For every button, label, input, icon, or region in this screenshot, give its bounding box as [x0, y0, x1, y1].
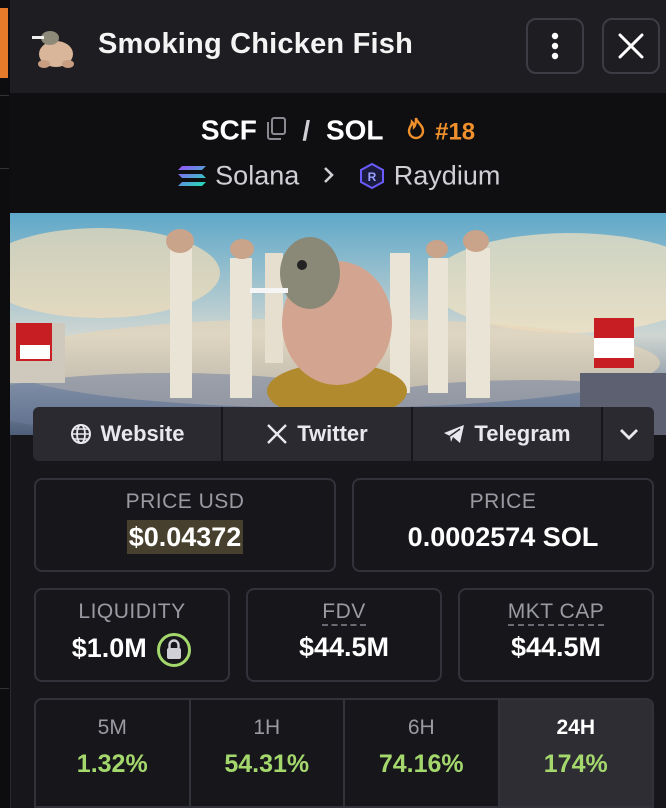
- telegram-link[interactable]: Telegram: [413, 407, 603, 461]
- x-logo-icon: [267, 424, 288, 444]
- liquidity-value: $1.0M: [71, 633, 147, 664]
- fdv-value: $44.5M: [298, 632, 390, 662]
- token-banner-image: [10, 213, 666, 435]
- close-button[interactable]: [602, 18, 660, 74]
- market-cap-label[interactable]: MKT CAP: [507, 600, 605, 626]
- price-usd-value: $0.04372: [126, 520, 244, 554]
- more-links-dropdown[interactable]: [603, 407, 654, 461]
- price-usd-label: PRICE USD: [125, 490, 245, 513]
- timeframe-label: 1H: [253, 716, 281, 739]
- close-icon: [618, 33, 644, 59]
- liquidity-label: LIQUIDITY: [78, 600, 186, 623]
- kebab-menu-icon: [551, 32, 559, 60]
- copy-icon: [266, 116, 286, 140]
- chain-link[interactable]: Solana: [176, 159, 307, 191]
- left-edge-divider: [0, 95, 9, 96]
- chicken-fish-avatar: [30, 20, 80, 74]
- price-native-label: PRICE: [469, 490, 537, 513]
- quote-symbol: SOL: [325, 114, 384, 146]
- market-cap-value: $44.5M: [510, 632, 602, 662]
- price-change-value: 1.32%: [76, 750, 148, 778]
- base-symbol: SCF: [200, 114, 257, 146]
- tab-1h[interactable]: 1H 54.31%: [191, 700, 345, 806]
- price-change-value: 74.16%: [378, 750, 464, 778]
- social-links-bar: Website Twitter Telegram: [33, 407, 654, 461]
- dex-name: Raydium: [393, 160, 501, 191]
- left-edge-accent: [0, 8, 8, 78]
- solana-icon: [177, 165, 206, 186]
- liquidity-card: LIQUIDITY $1.0M: [34, 588, 230, 682]
- fdv-card: FDV $44.5M: [246, 588, 442, 682]
- token-name: Smoking Chicken Fish: [98, 28, 413, 60]
- twitter-link[interactable]: Twitter: [223, 407, 413, 461]
- tab-6h[interactable]: 6H 74.16%: [345, 700, 500, 806]
- timeframe-label: 6H: [407, 716, 435, 739]
- left-edge-divider: [0, 688, 9, 689]
- pair-info: SCF / SOL #18 Solana R Raydium: [10, 93, 666, 213]
- price-native-value: 0.0002574 SOL: [407, 522, 599, 552]
- price-change-value: 54.31%: [224, 750, 310, 778]
- twitter-label: Twitter: [297, 421, 368, 446]
- tab-24h[interactable]: 24H 174%: [499, 700, 652, 806]
- timeframe-label: 5M: [97, 716, 127, 739]
- chevron-right-icon: [323, 166, 334, 183]
- telegram-label: Telegram: [474, 421, 571, 446]
- website-link[interactable]: Website: [33, 407, 223, 461]
- globe-icon: [70, 424, 91, 444]
- price-change-value: 174%: [543, 750, 608, 778]
- trending-badge[interactable]: #18: [405, 115, 475, 146]
- dex-link[interactable]: R Raydium: [358, 159, 501, 191]
- tab-5m[interactable]: 5M 1.32%: [36, 700, 191, 806]
- copy-address-button[interactable]: [265, 115, 295, 146]
- raydium-icon: R: [360, 162, 385, 189]
- trending-rank: #18: [435, 118, 476, 146]
- more-options-button[interactable]: [526, 18, 584, 74]
- telegram-icon: [444, 425, 465, 443]
- pair-separator: /: [302, 114, 311, 146]
- website-label: Website: [100, 421, 185, 446]
- svg-text:R: R: [368, 170, 377, 184]
- left-edge-divider: [0, 168, 9, 169]
- price-native-card: PRICE 0.0002574 SOL: [352, 478, 654, 572]
- market-cap-card: MKT CAP $44.5M: [458, 588, 654, 682]
- timeframe-tabs: 5M 1.32% 1H 54.31% 6H 74.16% 24H 174%: [34, 698, 654, 808]
- price-usd-card: PRICE USD $0.04372: [34, 478, 336, 572]
- chain-name: Solana: [215, 160, 300, 191]
- timeframe-label: 24H: [556, 716, 596, 739]
- token-header: Smoking Chicken Fish: [10, 0, 666, 93]
- flame-icon: [408, 117, 425, 139]
- lock-icon[interactable]: [156, 632, 192, 668]
- chevron-down-icon: [619, 429, 638, 440]
- fdv-label[interactable]: FDV: [322, 600, 366, 626]
